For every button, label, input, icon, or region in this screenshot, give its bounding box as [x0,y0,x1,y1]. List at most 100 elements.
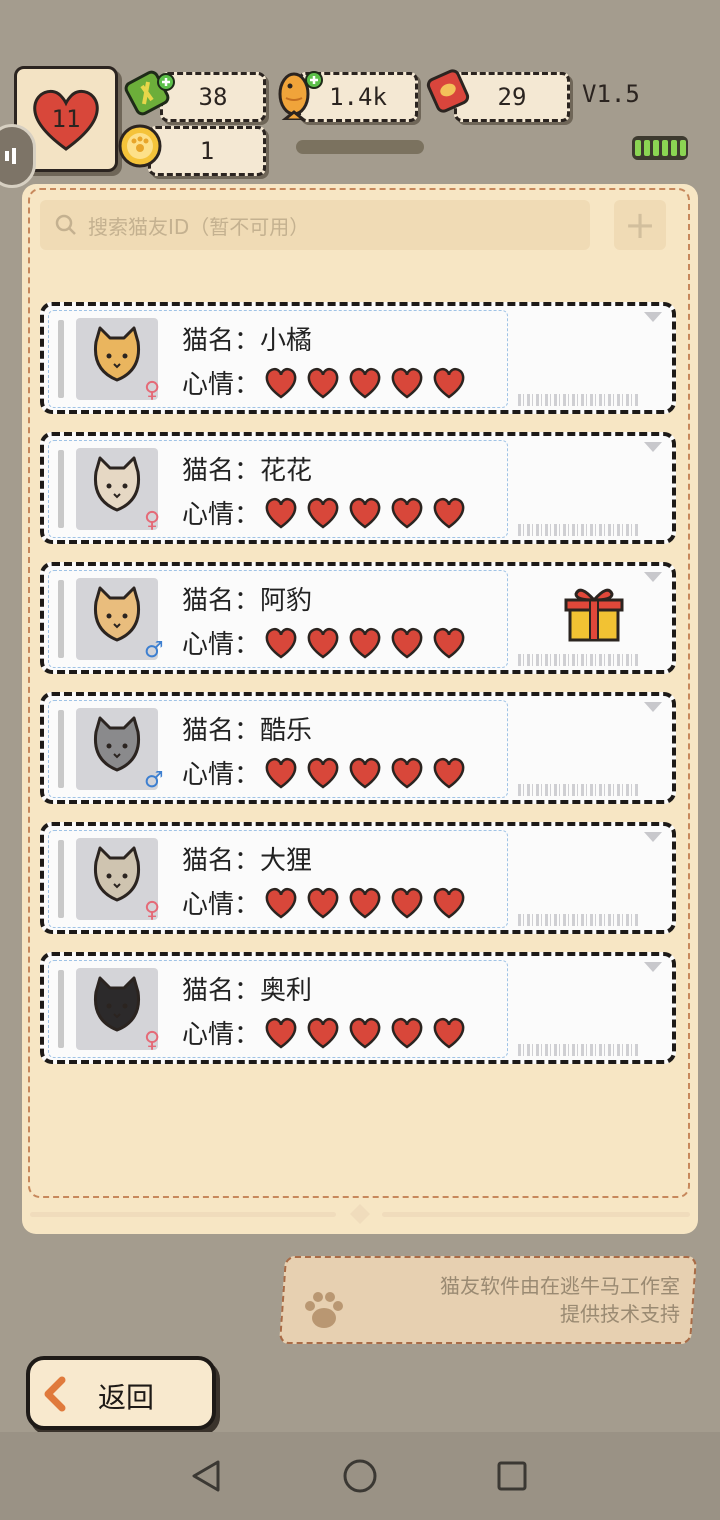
cat-mood-row: 心情： [182,754,466,791]
sound-toggle-button[interactable] [0,124,36,188]
search-placeholder: 搜索猫友ID（暂不可用） [88,214,310,239]
search-input[interactable]: 搜索猫友ID（暂不可用） [40,200,590,250]
cat-name-label: 猫名： [182,976,261,1006]
coin-icon[interactable] [116,122,166,172]
chevron-down-icon[interactable] [644,832,662,842]
mood-heart-icon [265,367,297,399]
back-arrow-icon [44,1376,66,1412]
card-rail [58,320,64,398]
can-food-icon[interactable] [424,66,474,116]
mood-heart-icon [433,757,465,789]
mood-hearts [264,1017,466,1049]
cat-mood-label: 心情： [182,370,261,400]
mood-heart-icon [433,367,465,399]
cat-name-label: 猫名： [182,326,261,356]
cat-name: 阿豹 [260,586,313,616]
mood-heart-icon [265,887,297,919]
back-button[interactable]: 返回 [26,1356,216,1430]
search-icon [55,214,76,235]
cat-name: 奥利 [260,976,313,1006]
version-label: V1.5 [582,80,640,108]
cat-card[interactable]: ♀ 猫名：小橘 心情： [40,302,676,414]
speaker-icon [5,148,16,164]
mood-heart-icon [391,1017,423,1049]
barcode-decoration [518,654,640,666]
nav-recents-icon[interactable] [496,1460,528,1492]
gender-symbol: ♀ [144,898,161,923]
mood-heart-icon [307,497,339,529]
coins-count: 1 [199,137,215,165]
banknote-icon[interactable] [122,66,176,120]
mood-heart-icon [349,887,381,919]
cat-card[interactable]: ♀ 猫名：花花 心情： [40,432,676,544]
mood-heart-icon [307,367,339,399]
card-rail [58,710,64,788]
chevron-down-icon[interactable] [644,572,662,582]
barcode-decoration [518,1044,640,1056]
banknotes-count: 38 [198,83,228,111]
hearts-count: 11 [51,105,81,133]
cat-card[interactable]: ♂ 猫名：酷乐 心情： [40,692,676,804]
credit-line-2: 提供技术支持 [560,1302,680,1326]
cat-name: 酷乐 [260,716,313,746]
mood-heart-icon [265,757,297,789]
cat-mood-label: 心情： [182,1020,261,1050]
mood-hearts [264,887,466,919]
credit-text: 猫友软件由在逃牛马工作室 提供技术支持 [340,1272,680,1328]
fish-count: 1.4k [329,83,387,111]
mood-heart-icon [391,757,423,789]
progress-bar [296,140,424,154]
mood-heart-icon [349,627,381,659]
chevron-down-icon[interactable] [644,312,662,322]
chevron-down-icon[interactable] [644,962,662,972]
barcode-decoration [518,784,640,796]
mood-heart-icon [433,887,465,919]
gender-symbol: ♀ [144,1028,161,1053]
card-rail [58,840,64,918]
mood-heart-icon [391,627,423,659]
cat-card[interactable]: ♂ 猫名：阿豹 心情： [40,562,676,674]
chevron-down-icon[interactable] [644,442,662,452]
cat-name-row: 猫名：阿豹 [182,580,312,617]
cat-name-row: 猫名：奥利 [182,970,312,1007]
mood-hearts [264,757,466,789]
nav-back-icon[interactable] [188,1458,224,1494]
mood-heart-icon [391,887,423,919]
cat-mood-label: 心情： [182,890,261,920]
fish-icon[interactable] [270,64,324,120]
card-rail [58,580,64,658]
gender-symbol: ♀ [144,378,161,403]
mood-heart-icon [307,757,339,789]
cat-name-row: 猫名：大狸 [182,840,312,877]
cat-name: 大狸 [260,846,313,876]
chevron-down-icon[interactable] [644,702,662,712]
gift-icon[interactable] [562,580,626,644]
mood-hearts [264,367,466,399]
mood-heart-icon [433,627,465,659]
cat-name-row: 猫名：小橘 [182,320,312,357]
mood-heart-icon [433,497,465,529]
card-rail [58,970,64,1048]
cat-mood-label: 心情： [182,500,261,530]
nav-home-icon[interactable] [342,1458,378,1494]
barcode-decoration [518,914,640,926]
cat-name-row: 猫名：花花 [182,450,312,487]
mood-heart-icon [349,1017,381,1049]
cat-mood-row: 心情： [182,494,466,531]
add-friend-button[interactable]: + [614,200,666,250]
battery-indicator [632,136,688,160]
cat-card[interactable]: ♀ 猫名：奥利 心情： [40,952,676,1064]
cat-mood-row: 心情： [182,624,466,661]
mood-heart-icon [265,1017,297,1049]
mood-hearts [264,497,466,529]
mood-heart-icon [307,1017,339,1049]
cat-card[interactable]: ♀ 猫名：大狸 心情： [40,822,676,934]
mood-heart-icon [307,887,339,919]
cat-mood-row: 心情： [182,884,466,921]
cat-name-label: 猫名： [182,716,261,746]
cat-name: 花花 [260,456,313,486]
cat-mood-row: 心情： [182,1014,466,1051]
back-label: 返回 [98,1381,155,1414]
plus-icon: + [624,203,656,247]
credit-line-1: 猫友软件由在逃牛马工作室 [440,1274,680,1298]
